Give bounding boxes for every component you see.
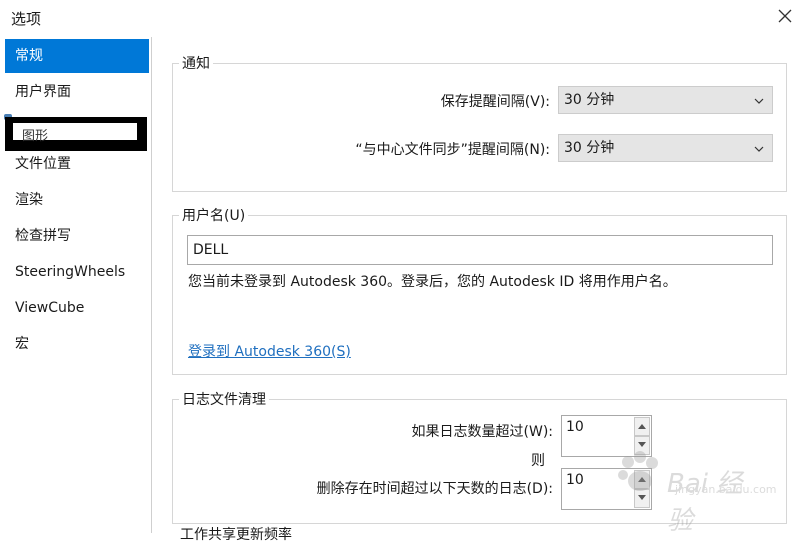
group-title: 用户名(U) bbox=[179, 205, 249, 225]
sidebar-item-label: 图形 bbox=[22, 129, 49, 144]
sidebar-item-general[interactable]: 常规 bbox=[5, 39, 149, 73]
sidebar-item-label: 检查拼写 bbox=[15, 228, 71, 244]
sidebar-item-rendering[interactable]: 渲染 bbox=[5, 183, 149, 217]
sidebar-item-spelling[interactable]: 检查拼写 bbox=[5, 219, 149, 253]
journal-days-label: 删除存在时间超过以下天数的日志(D): bbox=[316, 481, 553, 497]
window-title: 选项 bbox=[11, 10, 42, 28]
paw-icon bbox=[618, 451, 658, 491]
sidebar-item-steeringwheels[interactable]: SteeringWheels bbox=[5, 255, 149, 289]
username-value: DELL bbox=[193, 242, 229, 258]
journal-count-label: 如果日志数量超过(W): bbox=[411, 424, 553, 440]
sidebar-item-label: SteeringWheels bbox=[15, 264, 126, 280]
baidu-watermark: Bai 经验 jingyan.baidu.com bbox=[612, 443, 777, 536]
username-input[interactable]: DELL bbox=[187, 235, 773, 265]
redaction-box: 图形 bbox=[13, 123, 137, 144]
select-value: 30 分钟 bbox=[564, 92, 615, 108]
notifications-group: 通知 bbox=[172, 53, 787, 192]
save-reminder-label: 保存提醒间隔(V): bbox=[440, 94, 550, 110]
sidebar-item-macros[interactable]: 宏 bbox=[5, 327, 149, 361]
sidebar-item-label: 用户界面 bbox=[15, 84, 71, 100]
worksharing-group-title: 工作共享更新频率 bbox=[180, 527, 292, 543]
login-link[interactable]: 登录到 Autodesk 360(S) bbox=[188, 341, 351, 361]
sidebar: 常规 用户界面 图形 文件位置 渲染 检查拼写 SteeringWheels V… bbox=[0, 37, 152, 533]
sidebar-item-label: 宏 bbox=[15, 336, 29, 352]
sidebar-item-user-interface[interactable]: 用户界面 bbox=[5, 75, 149, 109]
stepper-value: 10 bbox=[566, 472, 584, 488]
sync-reminder-select[interactable]: 30 分钟 bbox=[558, 134, 773, 162]
arrow-up-icon bbox=[638, 424, 646, 429]
close-icon[interactable] bbox=[775, 6, 795, 26]
save-reminder-select[interactable]: 30 分钟 bbox=[558, 86, 773, 114]
chevron-down-icon bbox=[754, 146, 764, 152]
group-title: 日志文件清理 bbox=[179, 389, 269, 409]
select-value: 30 分钟 bbox=[564, 140, 615, 156]
stepper-up-button[interactable] bbox=[634, 417, 650, 436]
watermark-url: jingyan.baidu.com bbox=[675, 483, 777, 496]
sidebar-item-graphics[interactable]: 图形 bbox=[5, 117, 147, 151]
sidebar-item-viewcube[interactable]: ViewCube bbox=[5, 291, 149, 325]
sidebar-item-file-locations[interactable]: 文件位置 bbox=[5, 147, 149, 181]
stepper-value: 10 bbox=[566, 419, 584, 435]
group-title: 通知 bbox=[179, 53, 213, 73]
sync-reminder-label: “与中心文件同步”提醒间隔(N): bbox=[355, 142, 550, 158]
sidebar-item-label: 文件位置 bbox=[15, 156, 71, 172]
sidebar-item-label: 渲染 bbox=[15, 192, 43, 208]
sidebar-item-label: ViewCube bbox=[15, 300, 85, 316]
login-info-text: 您当前未登录到 Autodesk 360。登录后，您的 Autodesk ID … bbox=[188, 274, 677, 290]
watermark-text: Bai 经验 bbox=[667, 469, 743, 536]
sidebar-item-label: 常规 bbox=[15, 48, 43, 64]
chevron-down-icon bbox=[754, 98, 764, 104]
then-label: 则 bbox=[531, 453, 545, 469]
